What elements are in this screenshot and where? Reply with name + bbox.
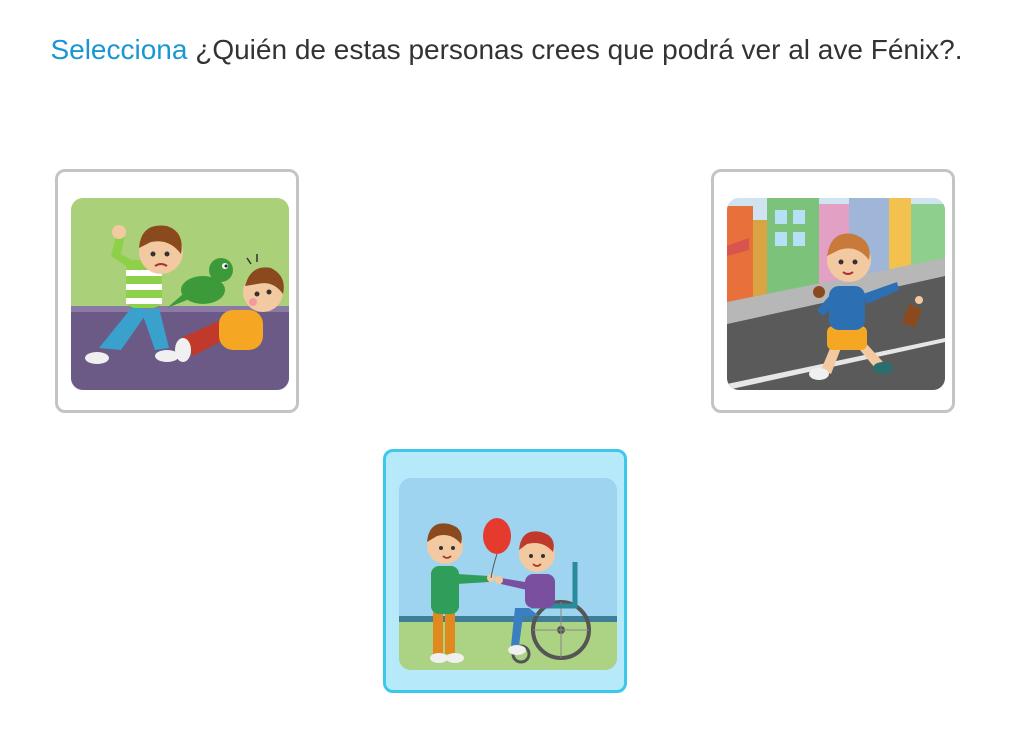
instruction-label: Selecciona [50, 34, 188, 65]
fight-scene-image [71, 198, 289, 390]
option-card-street[interactable] [711, 169, 955, 413]
option-card-fight[interactable] [55, 169, 299, 413]
help-scene-image [399, 478, 617, 670]
question-text: ¿Quién de estas personas crees que podrá… [187, 34, 963, 65]
option-card-help[interactable] [383, 449, 627, 693]
question-title: Selecciona ¿Quién de estas personas cree… [0, 34, 1013, 66]
street-scene-image [727, 198, 945, 390]
